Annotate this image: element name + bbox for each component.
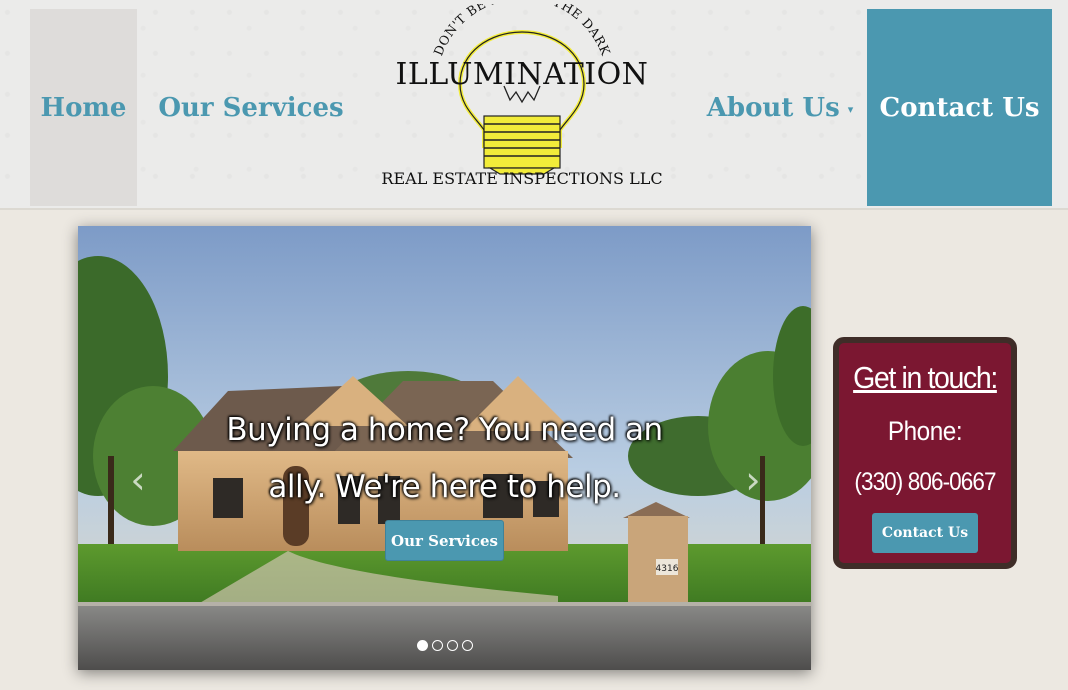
caret-down-icon: ▾ <box>847 103 854 116</box>
nav-contact-us[interactable]: Contact Us <box>867 9 1052 206</box>
hero-caption: Buying a home? You need an ally. We're h… <box>178 402 711 516</box>
chevron-left-icon[interactable]: ‹ <box>123 460 153 500</box>
nav-about-us[interactable]: About Us ▾ <box>700 9 860 206</box>
illumination-logo[interactable]: DON'T BE LEFT IN THE DARK ILLUMINATION R… <box>372 4 672 200</box>
hero-slider: 4316 Buying a home? You need an ally. We… <box>78 226 811 670</box>
hero-caption-line-2: ally. We're here to help. <box>268 469 621 505</box>
slider-dot-3[interactable] <box>447 640 458 651</box>
nav-about-label: About Us <box>706 92 840 123</box>
slider-dot-1[interactable] <box>417 640 428 651</box>
phone-label: Phone: <box>887 416 963 446</box>
nav-home[interactable]: Home <box>30 9 137 206</box>
phone-number[interactable]: (330) 806-0667 <box>848 468 1003 497</box>
card-title: Get in touch: <box>853 360 998 395</box>
lightbulb-icon <box>457 29 587 175</box>
nav-services-label: Our Services <box>158 92 344 123</box>
get-in-touch-card: Get in touch: Phone: (330) 806-0667 Cont… <box>833 337 1017 569</box>
hero-our-services-button[interactable]: Our Services <box>385 520 504 561</box>
slider-pagination <box>417 640 473 651</box>
logo-tagline: REAL ESTATE INSPECTIONS LLC <box>381 169 662 188</box>
nav-contact-label: Contact Us <box>879 92 1040 123</box>
logo-name: ILLUMINATION <box>396 57 649 92</box>
card-contact-us-button[interactable]: Contact Us <box>872 513 978 553</box>
hero-caption-line-1: Buying a home? You need an <box>226 412 663 448</box>
slider-dot-2[interactable] <box>432 640 443 651</box>
stone-mailbox-pillar: 4316 <box>623 502 690 606</box>
nav-home-label: Home <box>40 92 127 123</box>
slider-dot-4[interactable] <box>462 640 473 651</box>
site-header: Home Our Services DON'T BE LEFT IN THE D… <box>0 0 1068 210</box>
house-number: 4316 <box>656 564 679 574</box>
chevron-right-icon[interactable]: › <box>738 460 768 500</box>
nav-our-services[interactable]: Our Services <box>152 9 350 206</box>
